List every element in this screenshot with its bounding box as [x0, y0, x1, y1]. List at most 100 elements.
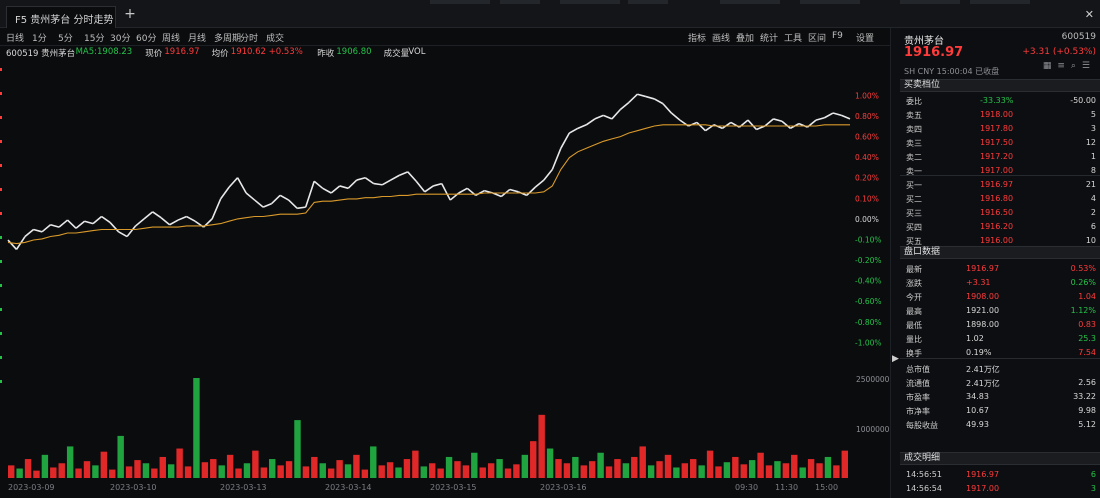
volume-bar: [100, 451, 108, 478]
search-icon[interactable]: ⌕: [1071, 61, 1082, 71]
row-price: 1916.00: [980, 236, 1014, 245]
row-value: 1908.00: [966, 292, 1000, 301]
close-icon[interactable]: ✕: [1085, 8, 1094, 21]
row-label: 卖二: [906, 153, 922, 162]
price-line-segment: [798, 122, 808, 128]
toolbar-item[interactable]: 工具: [784, 31, 802, 44]
volume-bar: [774, 461, 781, 478]
toolbar-item[interactable]: 30分: [110, 31, 130, 44]
list-icon[interactable]: ≡: [1057, 61, 1071, 71]
volume-bar: [639, 446, 646, 478]
price-line-segment: [815, 116, 825, 121]
toolbar-item[interactable]: 分时: [240, 31, 258, 44]
toolbar-item[interactable]: 设置: [856, 31, 874, 44]
volume-bar: [723, 462, 731, 478]
volume-bar: [563, 463, 571, 478]
row-label: 流通值: [906, 379, 930, 388]
section-orderbook[interactable]: 买卖档位: [900, 79, 1100, 92]
volume-bar: [33, 470, 40, 478]
volume-bar: [285, 461, 293, 478]
trade-time: 14:56:51: [906, 470, 942, 479]
row-label: 最高: [906, 307, 922, 316]
toolbar-item[interactable]: 叠加: [736, 31, 754, 44]
menu-icon[interactable]: ☰: [1082, 61, 1096, 71]
volume-tick-label: 1000000: [856, 425, 890, 434]
price-line-segment: [381, 179, 392, 186]
row-label: 市净率: [906, 407, 930, 416]
volume-bar: [235, 468, 242, 478]
price-line-segment: [832, 112, 842, 117]
row-volume: 3: [1090, 124, 1096, 133]
price-line-segment: [645, 95, 655, 100]
legend-item: 1906.80: [336, 47, 372, 57]
panel-splitter[interactable]: ▶: [890, 28, 900, 498]
volume-bar: [513, 464, 520, 478]
volume-bar: [184, 466, 192, 478]
volume-bar: [16, 468, 23, 478]
toolbar-item[interactable]: 日线: [6, 31, 24, 44]
toolbar-item[interactable]: 画线: [712, 31, 730, 44]
toolbar-item[interactable]: 60分: [136, 31, 156, 44]
volume-bar: [462, 465, 470, 478]
row-label: 卖五: [906, 111, 922, 120]
volume-bar: [782, 463, 790, 478]
row-price: 1917.50: [980, 138, 1014, 147]
quote-row: 卖二 1917.20 1: [900, 150, 1100, 163]
section-quote[interactable]: 盘口数据: [900, 246, 1100, 259]
row-label: 卖四: [906, 125, 922, 134]
quote-row: 买一 1916.97 21: [900, 178, 1100, 191]
quote-row: 最低 1898.00 0.83: [900, 318, 1100, 331]
price-line-segment: [407, 171, 417, 182]
triangle-right-icon[interactable]: ▶: [892, 354, 899, 364]
toolbar-item[interactable]: 统计: [760, 31, 778, 44]
price-line-segment: [211, 198, 222, 220]
x-tick-label: 2023-03-10: [110, 483, 157, 492]
toolbar-item[interactable]: F9: [832, 31, 843, 41]
toolbar-item[interactable]: 指标: [688, 31, 706, 44]
row-value: 10.67: [966, 406, 989, 415]
volume-bar: [412, 450, 419, 478]
row-value: +3.31: [966, 278, 991, 287]
price-line-segment: [696, 121, 706, 132]
y-tick-label: 0.60%: [855, 133, 879, 142]
quote-row: 卖一 1917.00 8: [900, 164, 1100, 177]
toolbar-item[interactable]: 区间: [808, 31, 826, 44]
price-line-segment: [577, 124, 587, 130]
row-value: 34.83: [966, 392, 989, 401]
row-label: 涨跌: [906, 279, 922, 288]
volume-bar: [622, 463, 630, 478]
row-value: 2.41万亿: [966, 379, 1000, 388]
toolbar-item[interactable]: 1分: [32, 31, 47, 44]
price-line-segment: [373, 182, 383, 186]
quote-row: 今开 1908.00 1.04: [900, 290, 1100, 303]
volume-bar: [210, 459, 217, 478]
row-price: 1917.20: [980, 152, 1014, 161]
legend-item: 昨收: [317, 49, 335, 59]
chart-canvas[interactable]: 1.00% 0.80% 0.60% 0.40% 0.20% 0.10% 0.00% -0.10…: [0, 60, 890, 480]
price-line-segment: [66, 219, 77, 229]
row-value: 49.93: [966, 420, 989, 429]
quote-row: 市净率 10.67 9.98: [900, 404, 1100, 417]
toolbar-item[interactable]: 5分: [58, 31, 73, 44]
section-trades[interactable]: 成交明细: [900, 452, 1100, 465]
left-edge-marker: [0, 236, 2, 239]
price-line-segment: [721, 121, 732, 129]
plus-icon[interactable]: +: [122, 6, 138, 22]
toolbar-item[interactable]: 成交: [266, 31, 284, 44]
tab-active[interactable]: F5 贵州茅台 分时走势: [6, 6, 116, 28]
intraday-chart[interactable]: 1.00% 0.80% 0.60% 0.40% 0.20% 0.10% 0.00% -0.10…: [0, 60, 890, 480]
volume-bar: [664, 454, 672, 478]
quote-row: 卖四 1917.80 3: [900, 122, 1100, 135]
toolbar-item[interactable]: 月线: [188, 31, 206, 44]
left-edge-marker: [0, 284, 2, 287]
grid-icon[interactable]: ▦: [1043, 61, 1058, 71]
volume-bar: [546, 448, 554, 478]
toolbar-item[interactable]: 周线: [162, 31, 180, 44]
left-edge-marker: [0, 116, 2, 119]
panel-tool-icons: ▦≡⌕☰: [1043, 61, 1096, 71]
toolbar-item[interactable]: 15分: [84, 31, 104, 44]
volume-bar: [151, 468, 158, 478]
row-volume: -50.00: [1070, 96, 1096, 105]
row-value: 0.19%: [966, 348, 992, 357]
toolbar-item[interactable]: 多周期: [214, 31, 241, 44]
